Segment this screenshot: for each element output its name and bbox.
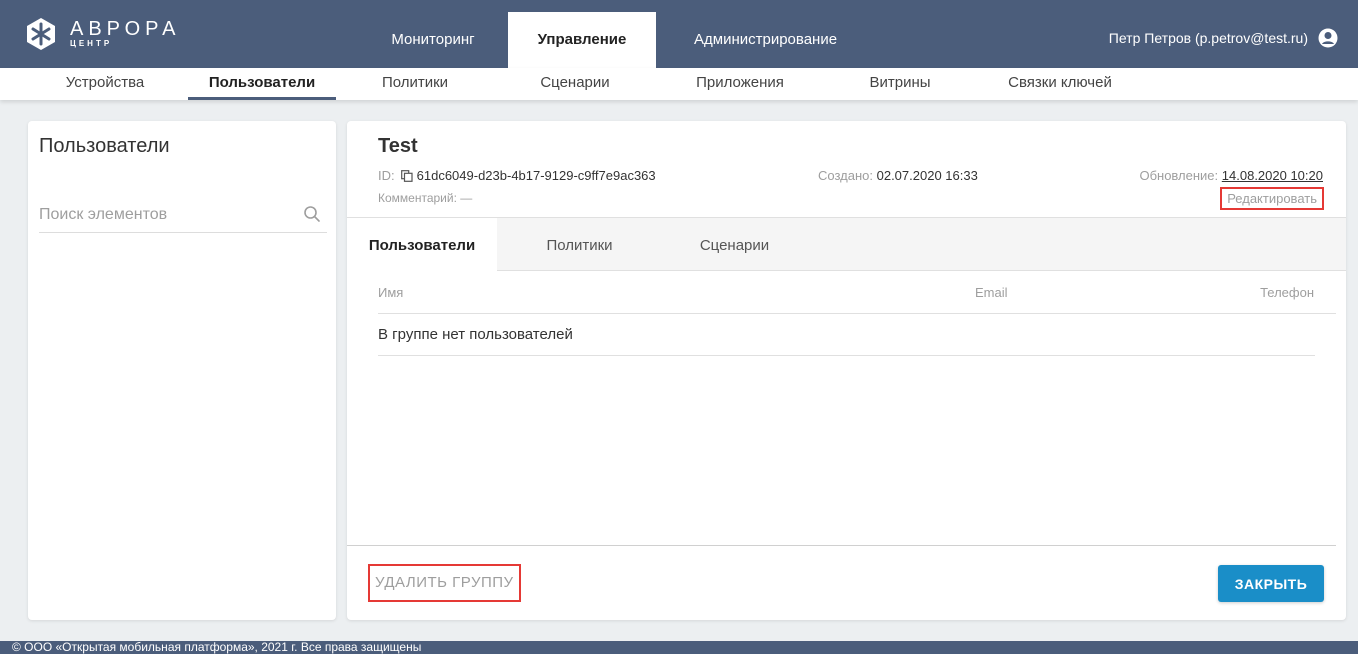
close-button[interactable]: ЗАКРЫТЬ xyxy=(1218,565,1324,602)
users-sidebar: Пользователи xyxy=(28,121,336,620)
delete-group-button[interactable]: УДАЛИТЬ ГРУППУ xyxy=(368,564,521,602)
created-value: 02.07.2020 16:33 xyxy=(876,168,978,183)
site-footer: © ООО «Открытая мобильная платформа», 20… xyxy=(0,641,1358,654)
brand-title: АВРОРА xyxy=(70,18,181,40)
group-id-label: ID: xyxy=(378,168,395,183)
updated-value: 14.08.2020 10:20 xyxy=(1221,168,1323,183)
tab-policies[interactable]: Политики xyxy=(497,218,662,271)
comment-label: Комментарий: xyxy=(378,191,457,205)
aurora-logo-icon xyxy=(27,18,55,50)
brand-subtitle: ЦЕНТР xyxy=(70,39,113,48)
column-header-name[interactable]: Имя xyxy=(378,285,403,300)
subnav-item-users[interactable]: Пользователи xyxy=(188,68,336,100)
user-name: Петр Петров (p.petrov@test.ru) xyxy=(1108,30,1308,46)
subnav-item-devices[interactable]: Устройства xyxy=(40,68,170,100)
search-box xyxy=(39,201,327,233)
created-label: Создано: xyxy=(818,168,873,183)
subnav-item-showcases[interactable]: Витрины xyxy=(850,68,950,100)
group-id-value: 61dc6049-d23b-4b17-9129-c9ff7e9ac363 xyxy=(416,168,656,183)
top-tab-management[interactable]: Управление xyxy=(508,12,656,68)
logo[interactable]: АВРОРА ЦЕНТР xyxy=(24,14,180,54)
logo-text: АВРОРА ЦЕНТР xyxy=(70,19,180,49)
search-input[interactable] xyxy=(39,201,289,229)
users-table-header: Имя Email Телефон xyxy=(378,271,1336,314)
subnav-item-policies[interactable]: Политики xyxy=(360,68,470,100)
empty-table-message: В группе нет пользователей xyxy=(378,314,1315,356)
tab-users[interactable]: Пользователи xyxy=(347,218,497,272)
updated-label: Обновление: xyxy=(1139,168,1219,183)
subnav-item-keychains[interactable]: Связки ключей xyxy=(995,68,1125,100)
group-details-panel: Test ID: 61dc6049-d23b-4b17-9129-c9ff7e9… xyxy=(347,121,1346,620)
group-tabs: Пользователи Политики Сценарии xyxy=(347,217,1346,272)
actions-divider xyxy=(347,545,1336,546)
group-created: Создано: 02.07.2020 16:33 xyxy=(818,168,978,183)
top-tab-monitoring[interactable]: Мониторинг xyxy=(358,12,508,68)
comment-value: — xyxy=(460,191,473,205)
column-header-phone[interactable]: Телефон xyxy=(1260,285,1314,300)
group-title: Test xyxy=(378,135,418,157)
user-menu[interactable]: Петр Петров (p.petrov@test.ru) xyxy=(1109,28,1338,48)
subnav-item-scenarios[interactable]: Сценарии xyxy=(520,68,630,100)
top-bar: АВРОРА ЦЕНТР Мониторинг Управление Админ… xyxy=(0,0,1358,68)
user-circle-icon xyxy=(1318,28,1338,48)
top-tab-administration[interactable]: Администрирование xyxy=(656,12,859,68)
copy-icon[interactable] xyxy=(400,169,413,182)
edit-button[interactable]: Редактировать xyxy=(1220,187,1324,210)
subnav-item-applications[interactable]: Приложения xyxy=(680,68,800,100)
group-id: ID: 61dc6049-d23b-4b17-9129-c9ff7e9ac363 xyxy=(378,168,656,183)
group-updated: Обновление: 14.08.2020 10:20 xyxy=(1139,168,1323,183)
tab-scenarios[interactable]: Сценарии xyxy=(662,218,807,271)
top-nav: Мониторинг Управление Администрирование xyxy=(358,12,859,68)
search-icon[interactable] xyxy=(303,205,321,223)
column-header-email[interactable]: Email xyxy=(975,285,1008,300)
sidebar-title: Пользователи xyxy=(39,135,170,157)
group-comment: Комментарий: — xyxy=(378,191,472,205)
sub-nav: Устройства Пользователи Политики Сценари… xyxy=(0,68,1358,100)
